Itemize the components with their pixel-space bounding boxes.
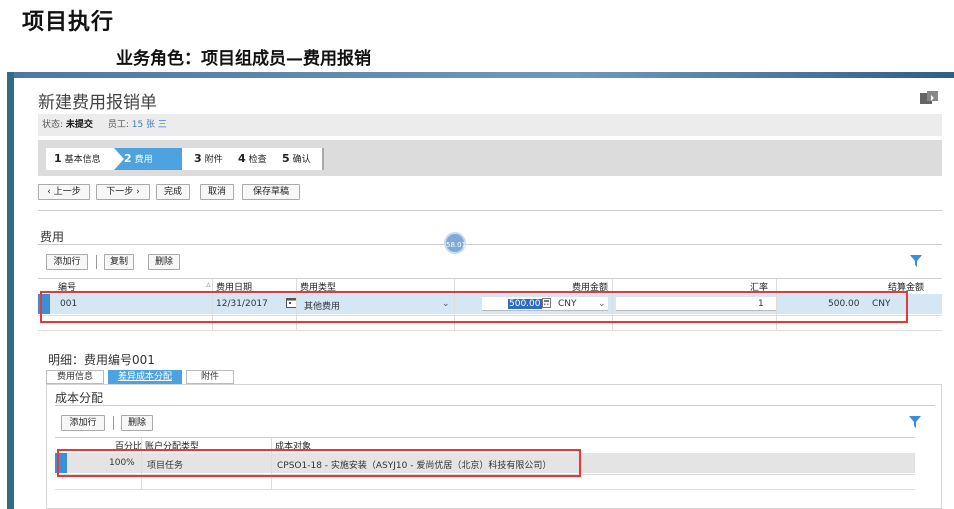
step-check[interactable]: 4 检查 <box>232 148 276 170</box>
employee-link[interactable]: 15 张 三 <box>132 120 167 130</box>
floating-badge: 58.01 <box>444 232 466 254</box>
status-bar: 状态: 未提交 员工: 15 张 三 <box>38 114 942 136</box>
export-icon[interactable] <box>920 91 938 105</box>
filter-icon[interactable] <box>909 416 921 428</box>
employee-label: 员工: <box>107 120 129 130</box>
slide-title: 项目执行 <box>22 10 115 35</box>
divider <box>38 244 942 245</box>
filter-icon[interactable] <box>910 255 922 267</box>
form-title: 新建费用报销单 <box>38 93 157 113</box>
step-basic-info[interactable]: 1 基本信息 <box>46 148 114 170</box>
step-expenses[interactable]: 2 费用 <box>114 148 193 170</box>
add-expense-row-button[interactable]: 添加行 <box>46 254 88 270</box>
frame-left-bar <box>7 72 14 509</box>
step-confirm[interactable]: 5 确认 <box>276 148 324 170</box>
delete-allocation-button[interactable]: 删除 <box>121 415 153 431</box>
tab-attachments[interactable]: 附件 <box>186 370 234 384</box>
detail-title: 明细：费用编号001 <box>48 353 155 367</box>
save-draft-button[interactable]: 保存草稿 <box>242 184 300 200</box>
sort-icon[interactable]: ▵ <box>206 280 211 290</box>
copy-expense-button[interactable]: 复制 <box>104 254 134 270</box>
slide-subtitle: 业务角色：项目组成员—费用报销 <box>116 49 371 69</box>
step-wizard: 1 基本信息 2 费用 3 附件 4 检查 5 确认 <box>38 140 942 176</box>
cancel-button[interactable]: 取消 <box>200 184 234 200</box>
highlight-box <box>40 291 908 323</box>
highlight-box <box>57 449 581 477</box>
finish-button[interactable]: 完成 <box>156 184 190 200</box>
delete-expense-button[interactable]: 删除 <box>148 254 180 270</box>
expense-report-app: 新建费用报销单 状态: 未提交 员工: 15 张 三 1 基本信息 2 费用 3 附件… <box>14 78 954 509</box>
step-attachments[interactable]: 3 附件 <box>182 148 232 170</box>
cost-allocation-title: 成本分配 <box>55 391 104 405</box>
detail-panel: 成本分配 添加行 删除 百分比 账户分配类型 成本对象 100% 项目任务 CP… <box>46 384 942 509</box>
prev-step-button[interactable]: ‹ 上一步 <box>38 184 90 200</box>
status-label: 状态: <box>42 120 64 130</box>
divider <box>38 210 942 211</box>
add-allocation-row-button[interactable]: 添加行 <box>61 415 105 431</box>
next-step-button[interactable]: 下一步 › <box>96 184 150 200</box>
toolbar-separator <box>96 255 97 269</box>
tab-cost-allocation[interactable]: 差异成本分配 <box>108 370 182 384</box>
status-value: 未提交 <box>65 120 93 130</box>
tab-expense-info[interactable]: 费用信息 <box>46 370 104 384</box>
expenses-section-title: 费用 <box>40 230 65 244</box>
divider <box>55 405 935 406</box>
toolbar-separator <box>113 416 114 430</box>
